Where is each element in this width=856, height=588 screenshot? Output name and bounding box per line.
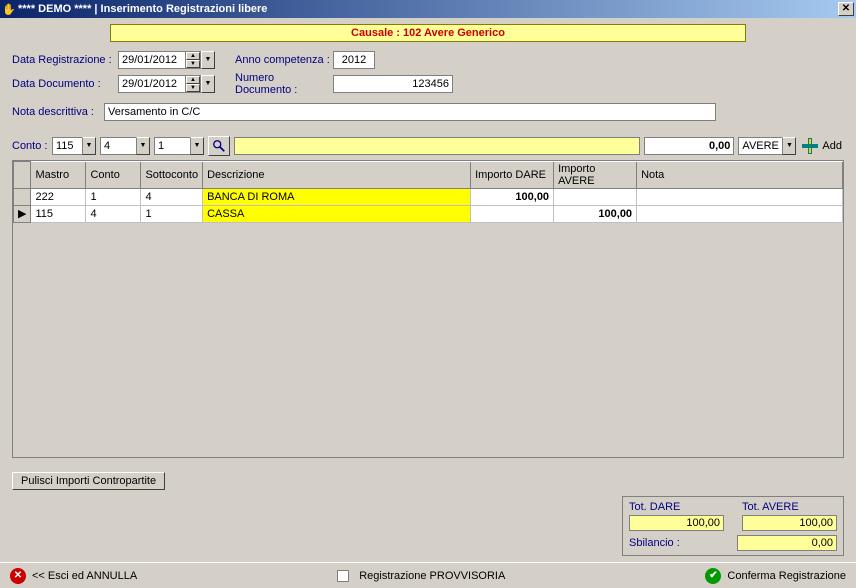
cell-conto[interactable]: 1 xyxy=(86,188,141,205)
conto-row: Conto : ▼ ▼ ▼ ▼ Add xyxy=(0,132,856,160)
conto-conto-input[interactable] xyxy=(100,137,136,155)
registrazione-provvisoria-checkbox[interactable]: Registrazione PROVVISORIA xyxy=(337,570,505,582)
app-icon: ✋ xyxy=(2,3,16,16)
tot-avere-value: 100,00 xyxy=(742,515,837,531)
provvisoria-label: Registrazione PROVVISORIA xyxy=(359,570,505,582)
data-documento-spinner[interactable]: ▲▼ xyxy=(186,75,201,93)
causale-banner: Causale : 102 Avere Generico xyxy=(110,24,746,42)
conto-sotto-combo[interactable]: ▼ xyxy=(154,137,204,155)
spin-down-icon[interactable]: ▼ xyxy=(186,84,200,92)
footer-bar: ✕ << Esci ed ANNULLA Registrazione PROVV… xyxy=(0,562,856,588)
table-row[interactable]: 222 1 4 BANCA DI ROMA 100,00 xyxy=(14,188,843,205)
chevron-down-icon[interactable]: ▼ xyxy=(782,137,796,155)
cell-sotto[interactable]: 4 xyxy=(141,188,203,205)
search-button[interactable] xyxy=(208,136,230,156)
cell-dare[interactable]: 100,00 xyxy=(471,188,554,205)
col-descrizione[interactable]: Descrizione xyxy=(203,162,471,189)
spin-up-icon[interactable]: ▲ xyxy=(186,76,200,84)
label-tot-avere: Tot. AVERE xyxy=(742,501,837,513)
conto-mastro-input[interactable] xyxy=(52,137,82,155)
cell-nota[interactable] xyxy=(637,205,843,222)
cell-mastro[interactable]: 222 xyxy=(31,188,86,205)
row-selector-header xyxy=(14,162,31,189)
window-titlebar: ✋ **** DEMO **** | Inserimento Registraz… xyxy=(0,0,856,18)
label-data-documento: Data Documento : xyxy=(12,78,118,90)
anno-competenza-input[interactable] xyxy=(333,51,375,69)
conto-conto-combo[interactable]: ▼ xyxy=(100,137,150,155)
grid-container: Mastro Conto Sottoconto Descrizione Impo… xyxy=(12,160,844,458)
chevron-down-icon[interactable]: ▼ xyxy=(136,137,150,155)
tipo-input[interactable] xyxy=(738,137,782,155)
esci-annulla-button[interactable]: ✕ << Esci ed ANNULLA xyxy=(10,568,137,584)
search-icon xyxy=(212,139,226,153)
cancel-icon: ✕ xyxy=(10,568,26,584)
totals-panel: Tot. DARE 100,00 Tot. AVERE 100,00 Sbila… xyxy=(622,496,844,556)
cell-descrizione[interactable]: CASSA xyxy=(203,205,471,222)
add-label: Add xyxy=(822,140,842,152)
row-selector[interactable]: ▶ xyxy=(14,205,31,222)
conto-sotto-input[interactable] xyxy=(154,137,190,155)
plus-icon xyxy=(802,138,818,154)
close-button[interactable]: ✕ xyxy=(838,2,854,16)
label-nota-descrittiva: Nota descrittiva : xyxy=(12,106,104,118)
spin-up-icon[interactable]: ▲ xyxy=(186,52,200,60)
cell-descrizione[interactable]: BANCA DI ROMA xyxy=(203,188,471,205)
tot-dare-value: 100,00 xyxy=(629,515,724,531)
cell-sotto[interactable]: 1 xyxy=(141,205,203,222)
checkbox-icon[interactable] xyxy=(337,570,349,582)
data-registrazione-spinner[interactable]: ▲▼ xyxy=(186,51,201,69)
data-documento-dropdown[interactable]: ▼ xyxy=(201,75,215,93)
row-selector[interactable] xyxy=(14,188,31,205)
importo-input[interactable] xyxy=(644,137,734,155)
label-sbilancio: Sbilancio : xyxy=(629,537,680,549)
add-button[interactable]: Add xyxy=(800,136,844,156)
chevron-down-icon[interactable]: ▼ xyxy=(190,137,204,155)
conferma-registrazione-button[interactable]: ✔ Conferma Registrazione xyxy=(705,568,846,584)
cell-avere[interactable]: 100,00 xyxy=(554,205,637,222)
confirm-icon: ✔ xyxy=(705,568,721,584)
label-numero-documento: Numero Documento : xyxy=(235,72,333,96)
window-title: **** DEMO **** | Inserimento Registrazio… xyxy=(16,3,838,15)
label-conto: Conto : xyxy=(12,140,48,152)
entries-grid[interactable]: Mastro Conto Sottoconto Descrizione Impo… xyxy=(13,161,843,223)
col-importo-avere[interactable]: Importo AVERE xyxy=(554,162,637,189)
col-conto[interactable]: Conto xyxy=(86,162,141,189)
cell-mastro[interactable]: 115 xyxy=(31,205,86,222)
conferma-label: Conferma Registrazione xyxy=(727,570,846,582)
label-anno-competenza: Anno competenza : xyxy=(235,54,333,66)
pulisci-importi-button[interactable]: Pulisci Importi Contropartite xyxy=(12,472,165,490)
data-documento-input[interactable] xyxy=(118,75,186,93)
sbilancio-value: 0,00 xyxy=(737,535,837,551)
label-data-registrazione: Data Registrazione : xyxy=(12,54,118,66)
data-registrazione-input[interactable] xyxy=(118,51,186,69)
descrizione-display xyxy=(234,137,640,155)
cell-dare[interactable] xyxy=(471,205,554,222)
nota-descrittiva-input[interactable] xyxy=(104,103,716,121)
col-importo-dare[interactable]: Importo DARE xyxy=(471,162,554,189)
col-nota[interactable]: Nota xyxy=(637,162,843,189)
tipo-combo[interactable]: ▼ xyxy=(738,137,796,155)
data-registrazione-dropdown[interactable]: ▼ xyxy=(201,51,215,69)
spin-down-icon[interactable]: ▼ xyxy=(186,60,200,68)
col-sottoconto[interactable]: Sottoconto xyxy=(141,162,203,189)
col-mastro[interactable]: Mastro xyxy=(31,162,86,189)
form-area: Data Registrazione : ▲▼ ▼ Anno competenz… xyxy=(0,48,856,132)
cell-nota[interactable] xyxy=(637,188,843,205)
cell-conto[interactable]: 4 xyxy=(86,205,141,222)
numero-documento-input[interactable] xyxy=(333,75,453,93)
cell-avere[interactable] xyxy=(554,188,637,205)
chevron-down-icon[interactable]: ▼ xyxy=(82,137,96,155)
esci-label: << Esci ed ANNULLA xyxy=(32,570,137,582)
label-tot-dare: Tot. DARE xyxy=(629,501,724,513)
table-row[interactable]: ▶ 115 4 1 CASSA 100,00 xyxy=(14,205,843,222)
conto-mastro-combo[interactable]: ▼ xyxy=(52,137,96,155)
